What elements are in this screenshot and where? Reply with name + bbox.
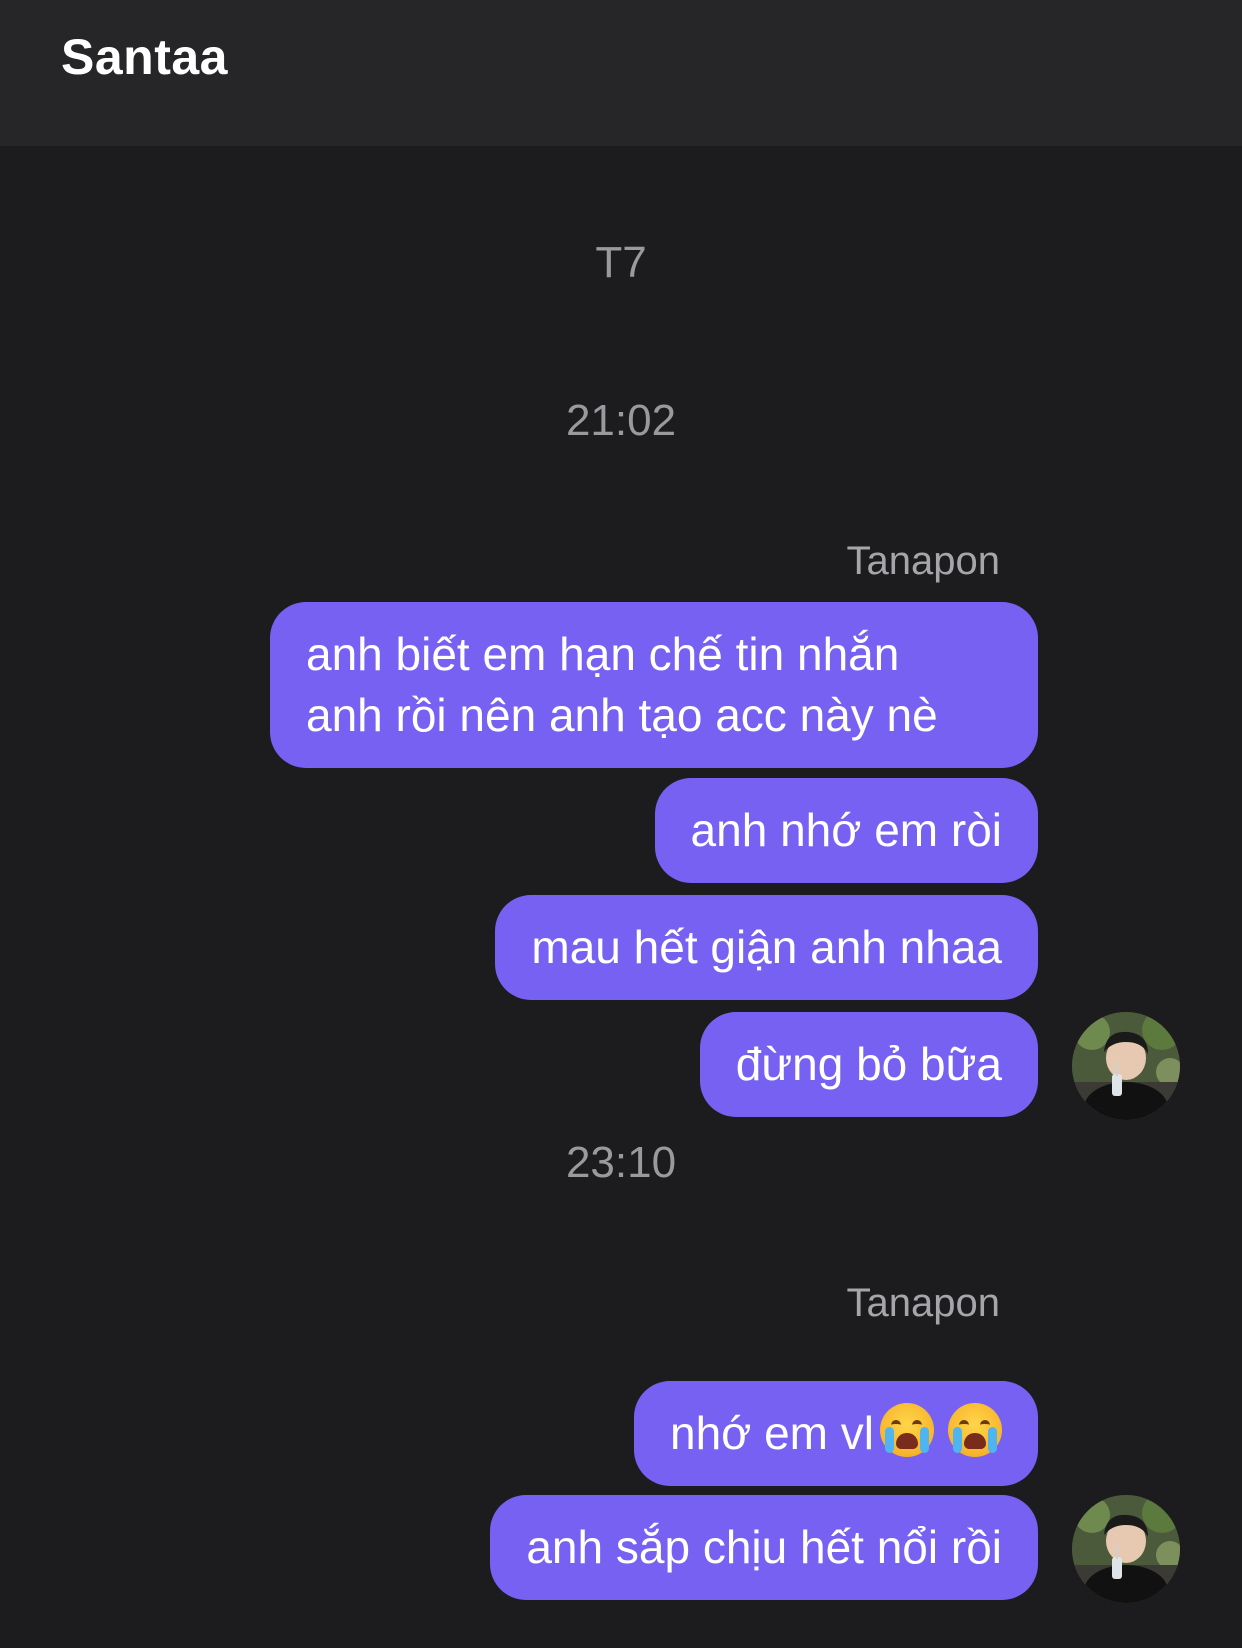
day-separator: T7 xyxy=(595,238,647,287)
chat-header: Santaa xyxy=(0,0,1242,146)
sender-name: Tanapon xyxy=(846,539,1000,583)
timestamp: 23:10 xyxy=(565,1138,677,1187)
loudly-crying-face-icon xyxy=(948,1403,1002,1457)
timestamp: 21:02 xyxy=(565,396,677,445)
message-bubble[interactable]: nhớ em vl xyxy=(633,1381,1038,1486)
message-bubble[interactable]: anh nhớ em ròi xyxy=(654,778,1038,883)
message-text: mau hết giận anh nhaa xyxy=(531,921,1002,973)
avatar-photo-icon xyxy=(1072,1495,1180,1603)
sender-avatar[interactable] xyxy=(1072,1012,1180,1120)
message-text: nhớ em vl xyxy=(669,1407,874,1459)
message-bubble[interactable]: mau hết giận anh nhaa xyxy=(495,895,1038,1000)
message-text: anh sắp chịu hết nổi rồi xyxy=(526,1521,1002,1573)
sender-avatar[interactable] xyxy=(1072,1495,1180,1603)
message-text: anh nhớ em ròi xyxy=(690,804,1002,856)
message-text-line: anh rồi nên anh tạo acc này nè xyxy=(306,689,938,741)
avatar-photo-icon xyxy=(1072,1012,1180,1120)
message-text-line: anh biết em hạn chế tin nhắn xyxy=(306,628,900,680)
message-bubble[interactable]: anh biết em hạn chế tin nhắn anh rồi nên… xyxy=(270,602,1038,768)
message-bubble[interactable]: đừng bỏ bữa xyxy=(699,1012,1038,1117)
loudly-crying-face-icon xyxy=(880,1403,934,1457)
sender-name: Tanapon xyxy=(846,1281,1000,1325)
message-text: đừng bỏ bữa xyxy=(735,1038,1002,1090)
chat-title[interactable]: Santaa xyxy=(61,28,228,86)
message-bubble[interactable]: anh sắp chịu hết nổi rồi xyxy=(490,1495,1038,1600)
